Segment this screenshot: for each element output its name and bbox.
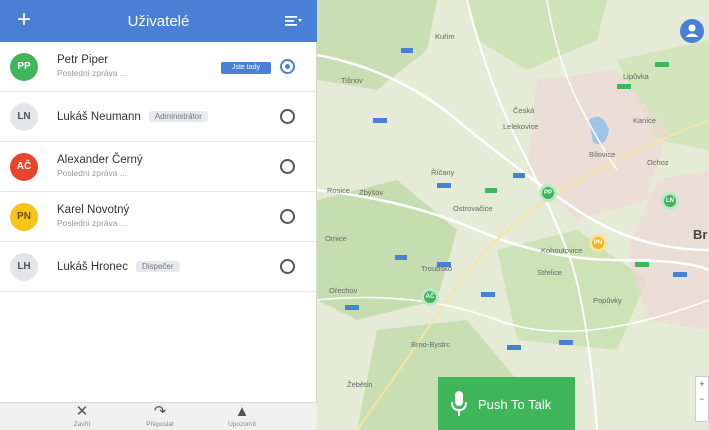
user-row-petr-piper[interactable]: PP Petr Piper Posledni zpráva ... Jste t… <box>0 42 317 92</box>
user-name: Lukáš Neumann Administrátor <box>57 111 208 123</box>
user-name-text: Lukáš Hronec <box>57 261 128 273</box>
map-place-label: Lipůvka <box>623 72 649 81</box>
microphone-icon <box>451 391 467 416</box>
map-place-label: Popůvky <box>593 296 622 305</box>
avatar: LH <box>10 253 38 281</box>
user-circle-icon <box>685 24 699 37</box>
map-place-label: Bílovice <box>589 150 616 159</box>
map-place-label: Omice <box>325 234 347 243</box>
map-place-label: Lelekovice <box>503 122 539 131</box>
forward-label: Přeposlat <box>146 421 174 428</box>
select-radio[interactable] <box>280 259 295 274</box>
profile-button[interactable] <box>680 19 704 43</box>
select-radio[interactable] <box>280 59 295 74</box>
map-place-label: Ořechov <box>329 286 358 295</box>
map-terrain <box>317 0 709 430</box>
map-place-label: Střelice <box>537 268 563 277</box>
user-name: Karel Novotný <box>57 204 130 216</box>
map-place-label: Troubsko <box>421 264 452 273</box>
map-place-label: Říčany <box>431 168 455 177</box>
close-icon: ✕ <box>75 403 89 420</box>
map-place-label: Ostrovačice <box>453 204 493 213</box>
panel-title: Uživatelé <box>127 13 190 30</box>
panel-header: + Uživatelé <box>0 0 317 42</box>
user-subtitle: Posledni zpráva ... <box>57 218 127 228</box>
filter-button[interactable] <box>285 14 303 28</box>
avatar: LN <box>10 103 38 131</box>
user-row-lukas-hronec[interactable]: LH Lukáš Hronec Dispečer <box>0 242 317 292</box>
user-row-karel-novotny[interactable]: PN Karel Novotný Posledni zpráva ... <box>0 192 317 242</box>
map-view[interactable]: Kuřim Lipůvka Tišnov Česká Lelekovice Ka… <box>317 0 709 430</box>
select-radio[interactable] <box>280 109 295 124</box>
avatar: PP <box>10 53 38 81</box>
role-tag: Dispečer <box>135 261 180 272</box>
user-subtitle: Posledni zpráva ... <box>57 68 127 78</box>
users-panel: + Uživatelé PP Petr Piper Posledni zpráv… <box>0 0 317 430</box>
map-user-marker[interactable]: AČ <box>421 288 439 306</box>
push-to-talk-button[interactable]: Push To Talk <box>438 377 575 430</box>
warning-icon: ▲ <box>234 403 250 420</box>
bottom-toolbar: ✕ Zavřít ↷ Přeposlat ▲ Upozornit <box>0 402 317 430</box>
map-city-label: Br <box>693 227 708 242</box>
map-place-label: Kuřim <box>435 32 455 41</box>
map-place-label: Tišnov <box>341 76 363 85</box>
map-user-marker[interactable]: PN <box>589 234 607 252</box>
map-user-marker[interactable]: PP <box>539 184 557 202</box>
user-subtitle: Posledni zpráva ... <box>57 168 127 178</box>
user-row-alexander-cerny[interactable]: AČ Alexander Černý Posledni zpráva ... <box>0 142 317 192</box>
alert-button[interactable]: ▲ Upozornit <box>212 403 272 429</box>
alert-label: Upozornit <box>228 421 256 428</box>
zoom-in-button[interactable]: + <box>696 377 708 392</box>
map-user-marker[interactable]: LN <box>661 192 679 210</box>
current-user-badge: Jste tady <box>221 62 271 74</box>
map-place-label: Kanice <box>633 116 656 125</box>
user-name-text: Lukáš Neumann <box>57 111 141 123</box>
map-place-label: Rosice <box>327 186 350 195</box>
user-name: Lukáš Hronec Dispečer <box>57 261 180 273</box>
map-place-label: Česká <box>513 106 535 115</box>
map-place-label: Žebětín <box>347 380 373 389</box>
forward-arrow-icon: ↷ <box>153 403 167 420</box>
avatar: PN <box>10 203 38 231</box>
close-label: Zavřít <box>73 421 91 428</box>
user-name: Petr Piper <box>57 54 109 66</box>
forward-button[interactable]: ↷ Přeposlat <box>130 403 190 429</box>
zoom-out-button[interactable]: − <box>696 392 708 407</box>
map-place-label: Brno-Bystrc <box>411 340 451 349</box>
select-radio[interactable] <box>280 159 295 174</box>
role-tag: Administrátor <box>148 111 208 122</box>
close-button[interactable]: ✕ Zavřít <box>52 403 112 429</box>
map-place-label: Ochoz <box>647 158 669 167</box>
map-place-label: Kohoutovice <box>541 246 583 255</box>
user-list: PP Petr Piper Posledni zpráva ... Jste t… <box>0 42 317 292</box>
avatar: AČ <box>10 153 38 181</box>
push-to-talk-label: Push To Talk <box>478 397 552 412</box>
user-row-lukas-neumann[interactable]: LN Lukáš Neumann Administrátor <box>0 92 317 142</box>
zoom-control: + − <box>695 376 709 422</box>
map-place-label: Zbýšov <box>359 188 384 197</box>
user-name: Alexander Černý <box>57 154 143 166</box>
select-radio[interactable] <box>280 209 295 224</box>
filter-icon <box>285 16 302 26</box>
